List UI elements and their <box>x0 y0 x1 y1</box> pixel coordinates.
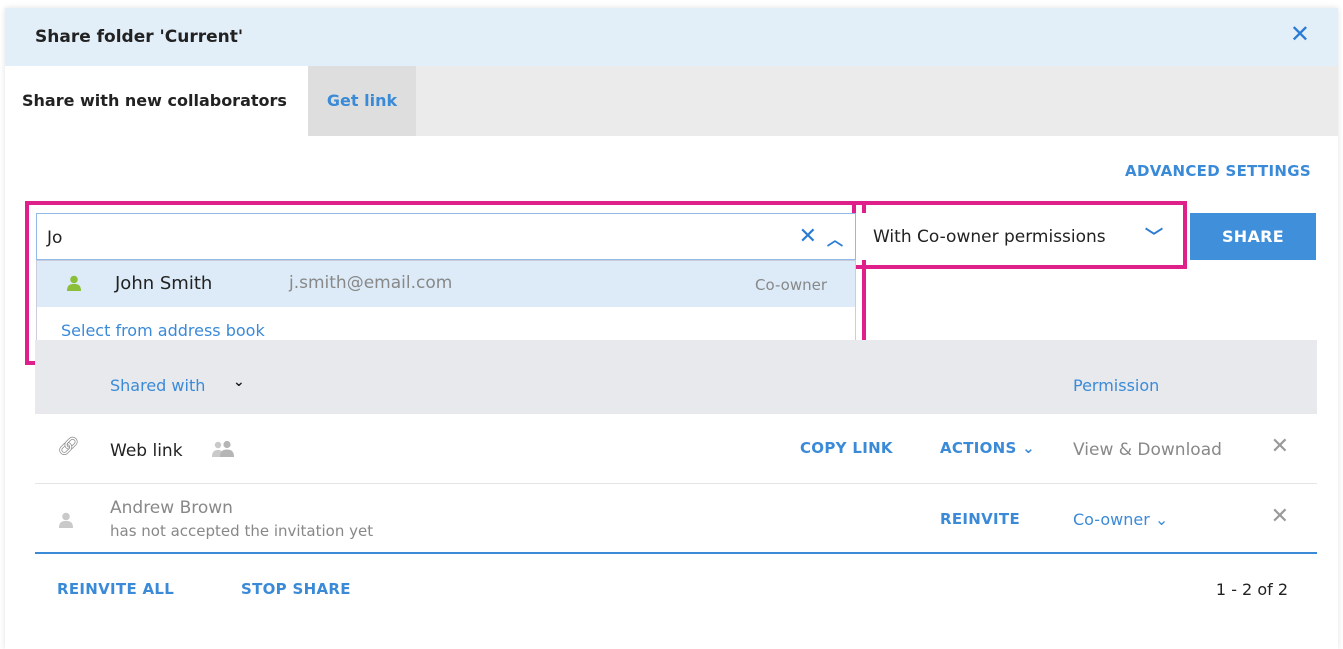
suggestion-email: j.smith@email.com <box>289 273 453 293</box>
suggestion-item[interactable]: John Smith j.smith@email.com Co-owner <box>37 261 855 307</box>
chevron-down-icon: ﹀ <box>1145 227 1163 248</box>
reinvite-all-button[interactable]: REINVITE ALL <box>57 580 174 598</box>
table-header: Shared with ⌄ Permission <box>35 340 1317 414</box>
group-icon <box>212 440 234 457</box>
table-row: 🔗︎ Web link COPY LINK ACTIONS ⌄ View & D… <box>35 414 1317 484</box>
search-input-value: Jo <box>47 228 63 248</box>
actions-label: ACTIONS <box>940 439 1017 457</box>
table-row: Andrew Brown has not accepted the invita… <box>35 484 1317 554</box>
link-icon: 🔗︎ <box>57 436 80 457</box>
chevron-down-icon: ⌄ <box>1154 510 1169 529</box>
clear-search-icon[interactable]: ✕ <box>799 224 817 249</box>
chevron-down-icon[interactable]: ⌄ <box>233 374 245 390</box>
web-link-label: Web link <box>110 441 183 461</box>
shared-with-column-header[interactable]: Shared with <box>110 376 205 395</box>
remove-icon[interactable]: ✕ <box>1271 504 1289 529</box>
person-icon <box>59 512 73 528</box>
role-dropdown[interactable]: Co-owner ⌄ <box>1073 510 1168 529</box>
dialog-title: Share folder 'Current' <box>35 27 244 47</box>
role-value: Co-owner <box>1073 510 1150 529</box>
share-dialog: Share folder 'Current' ✕ Share with new … <box>5 8 1338 649</box>
reinvite-button[interactable]: REINVITE <box>940 510 1020 528</box>
select-from-address-book-link[interactable]: Select from address book <box>61 321 265 340</box>
remove-icon[interactable]: ✕ <box>1271 434 1289 459</box>
chevron-down-icon: ⌄ <box>1022 439 1036 457</box>
suggestion-role: Co-owner <box>755 276 827 294</box>
actions-dropdown[interactable]: ACTIONS ⌄ <box>940 439 1035 457</box>
collaborator-status: has not accepted the invitation yet <box>110 522 374 540</box>
search-input[interactable]: Jo ✕ ︿ <box>36 213 856 260</box>
chevron-up-icon[interactable]: ︿ <box>827 226 843 250</box>
dialog-header: Share folder 'Current' ✕ <box>5 8 1338 66</box>
close-icon[interactable]: ✕ <box>1290 22 1310 46</box>
collaborator-name: Andrew Brown <box>110 498 233 518</box>
stop-share-button[interactable]: STOP SHARE <box>241 580 351 598</box>
person-icon <box>67 275 81 291</box>
permission-select-value: With Co-owner permissions <box>873 227 1106 247</box>
share-button[interactable]: SHARE <box>1190 213 1316 260</box>
advanced-settings-link[interactable]: ADVANCED SETTINGS <box>1125 162 1311 180</box>
tab-get-link[interactable]: Get link <box>308 66 416 136</box>
tab-share-with-new-collaborators[interactable]: Share with new collaborators <box>5 66 308 136</box>
tab-bar: Share with new collaborators Get link <box>5 66 1338 136</box>
suggestion-name: John Smith <box>115 273 213 294</box>
copy-link-button[interactable]: COPY LINK <box>800 439 893 457</box>
permission-select[interactable]: With Co-owner permissions ﹀ <box>861 213 1181 260</box>
permission-column-header: Permission <box>1073 376 1160 395</box>
pagination-info: 1 - 2 of 2 <box>1215 580 1288 599</box>
permission-value: View & Download <box>1073 440 1222 460</box>
